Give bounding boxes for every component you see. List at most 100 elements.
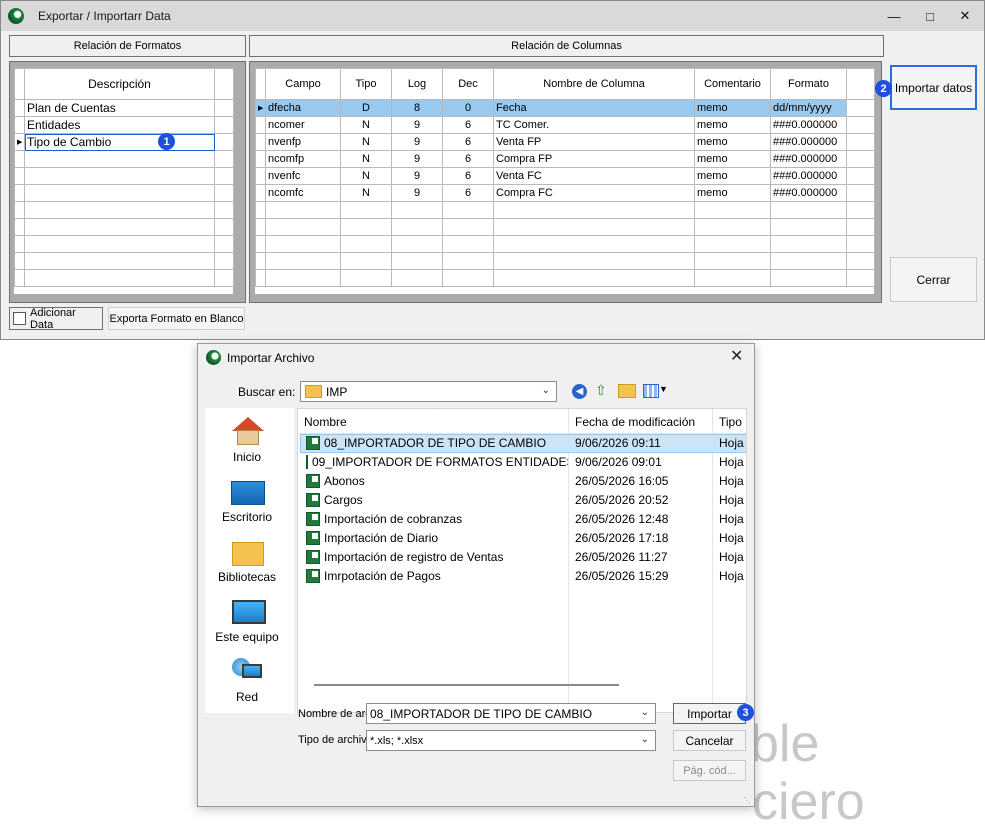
column-cell[interactable]: Compra FC bbox=[493, 184, 695, 202]
column-cell[interactable]: 6 bbox=[442, 133, 494, 151]
horizontal-scrollbar[interactable] bbox=[314, 684, 619, 686]
column-cell[interactable]: ncomer bbox=[265, 116, 341, 134]
view-dropdown-icon[interactable]: ▼ bbox=[659, 384, 668, 394]
column-row[interactable]: nvenfp N 9 6 Venta FP memo ###0.000000 bbox=[255, 133, 875, 151]
column-cell[interactable]: memo bbox=[694, 99, 771, 117]
dialog-close-icon[interactable]: ✕ bbox=[730, 346, 743, 366]
filename-combo[interactable]: 08_IMPORTADOR DE TIPO DE CAMBIO ⌄ bbox=[366, 703, 656, 724]
column-row[interactable]: ncomfc N 9 6 Compra FC memo ###0.000000 bbox=[255, 184, 875, 202]
resize-grip-icon[interactable]: ⋱ bbox=[743, 796, 751, 805]
minimize-icon[interactable]: — bbox=[877, 1, 911, 31]
format-row[interactable] bbox=[14, 150, 234, 168]
column-cell[interactable]: 6 bbox=[442, 184, 494, 202]
file-row[interactable]: Imrpotación de Pagos 26/05/2026 15:29 Hoja bbox=[300, 567, 746, 586]
column-cell[interactable]: D bbox=[340, 99, 392, 117]
column-row[interactable] bbox=[255, 252, 875, 270]
column-cell[interactable]: 9 bbox=[391, 167, 443, 185]
format-row[interactable] bbox=[14, 252, 234, 270]
back-arrow-icon[interactable]: ◀ bbox=[572, 384, 587, 399]
format-row[interactable] bbox=[14, 235, 234, 253]
format-cell[interactable]: Tipo de Cambio bbox=[24, 133, 215, 151]
column-cell[interactable]: ncomfp bbox=[265, 150, 341, 168]
column-row[interactable] bbox=[255, 235, 875, 253]
column-cell[interactable]: nvenfp bbox=[265, 133, 341, 151]
column-cell[interactable]: 6 bbox=[442, 167, 494, 185]
column-cell[interactable]: ###0.000000 bbox=[770, 150, 847, 168]
format-row[interactable]: ▶ Tipo de Cambio bbox=[14, 133, 234, 151]
column-cell[interactable]: 9 bbox=[391, 133, 443, 151]
column-cell[interactable]: ncomfc bbox=[265, 184, 341, 202]
column-cell[interactable]: memo bbox=[694, 150, 771, 168]
new-folder-icon[interactable] bbox=[618, 384, 636, 398]
nav-desktop-label[interactable]: Escritorio bbox=[206, 510, 288, 524]
col-header-type[interactable]: Tipo bbox=[719, 415, 742, 429]
chevron-down-icon[interactable]: ⌄ bbox=[641, 707, 649, 718]
look-in-combo[interactable]: IMP ⌄ bbox=[300, 381, 557, 402]
page-code-button[interactable]: Pág. cód... bbox=[673, 760, 746, 781]
column-cell[interactable]: Fecha bbox=[493, 99, 695, 117]
format-row[interactable] bbox=[14, 201, 234, 219]
column-row[interactable]: ncomer N 9 6 TC Comer. memo ###0.000000 bbox=[255, 116, 875, 134]
column-row[interactable] bbox=[255, 269, 875, 287]
file-row[interactable]: Importación de registro de Ventas 26/05/2… bbox=[300, 548, 746, 567]
file-row[interactable]: Cargos 26/05/2026 20:52 Hoja bbox=[300, 491, 746, 510]
nav-libraries-label[interactable]: Bibliotecas bbox=[206, 570, 288, 584]
column-cell[interactable]: N bbox=[340, 133, 392, 151]
column-row[interactable]: ncomfp N 9 6 Compra FP memo ###0.000000 bbox=[255, 150, 875, 168]
column-cell[interactable]: N bbox=[340, 167, 392, 185]
nav-home-label[interactable]: Inicio bbox=[206, 450, 288, 464]
column-cell[interactable]: 6 bbox=[442, 150, 494, 168]
filetype-combo[interactable]: *.xls; *.xlsx ⌄ bbox=[366, 730, 656, 751]
view-menu-icon[interactable] bbox=[643, 384, 659, 398]
column-cell[interactable]: N bbox=[340, 184, 392, 202]
column-row[interactable] bbox=[255, 218, 875, 236]
cancel-button[interactable]: Cancelar bbox=[673, 730, 746, 751]
column-cell[interactable]: Venta FC bbox=[493, 167, 695, 185]
column-cell[interactable]: 8 bbox=[391, 99, 443, 117]
close-button[interactable]: Cerrar bbox=[890, 257, 977, 302]
column-cell[interactable]: 0 bbox=[442, 99, 494, 117]
column-cell[interactable]: 9 bbox=[391, 150, 443, 168]
col-header-name[interactable]: Nombre bbox=[304, 415, 347, 429]
export-blank-format-button[interactable]: Exporta Formato en Blanco bbox=[108, 307, 245, 330]
nav-network-label[interactable]: Red bbox=[206, 690, 288, 704]
column-cell[interactable]: ###0.000000 bbox=[770, 116, 847, 134]
home-icon[interactable] bbox=[232, 417, 264, 445]
column-cell[interactable]: Venta FP bbox=[493, 133, 695, 151]
column-cell[interactable]: dfecha bbox=[265, 99, 341, 117]
column-cell[interactable]: N bbox=[340, 116, 392, 134]
desktop-icon[interactable] bbox=[231, 481, 265, 505]
column-cell[interactable]: ###0.000000 bbox=[770, 167, 847, 185]
format-cell[interactable]: Entidades bbox=[24, 116, 215, 134]
column-cell[interactable]: memo bbox=[694, 133, 771, 151]
checkbox-box[interactable] bbox=[13, 312, 26, 325]
libraries-icon[interactable] bbox=[232, 542, 264, 566]
import-button[interactable]: Importar bbox=[673, 703, 746, 724]
file-row[interactable]: Importación de Diario 26/05/2026 17:18 Hoj… bbox=[300, 529, 746, 548]
format-row[interactable] bbox=[14, 184, 234, 202]
this-pc-icon[interactable] bbox=[232, 600, 266, 624]
col-header-date[interactable]: Fecha de modificación bbox=[575, 415, 695, 429]
network-icon[interactable] bbox=[232, 658, 262, 684]
maximize-icon[interactable]: □ bbox=[913, 1, 947, 31]
format-row[interactable]: Entidades bbox=[14, 116, 234, 134]
column-cell[interactable]: N bbox=[340, 150, 392, 168]
column-cell[interactable]: nvenfc bbox=[265, 167, 341, 185]
column-cell[interactable]: TC Comer. bbox=[493, 116, 695, 134]
column-row[interactable]: ▶ dfecha D 8 0 Fecha memo dd/mm/yyyy bbox=[255, 99, 875, 117]
column-row[interactable] bbox=[255, 201, 875, 219]
column-cell[interactable]: memo bbox=[694, 116, 771, 134]
file-row[interactable]: 08_IMPORTADOR DE TIPO DE CAMBIO 9/06/2026… bbox=[300, 434, 746, 453]
column-cell[interactable]: ###0.000000 bbox=[770, 184, 847, 202]
column-cell[interactable]: dd/mm/yyyy bbox=[770, 99, 847, 117]
column-cell[interactable]: memo bbox=[694, 184, 771, 202]
chevron-down-icon[interactable]: ⌄ bbox=[641, 734, 649, 745]
column-cell[interactable]: memo bbox=[694, 167, 771, 185]
import-data-button[interactable]: Importar datos bbox=[890, 65, 977, 110]
column-cell[interactable]: 9 bbox=[391, 184, 443, 202]
file-row[interactable]: 09_IMPORTADOR DE FORMATOS ENTIDADES 9/06/… bbox=[300, 453, 746, 472]
format-row[interactable] bbox=[14, 218, 234, 236]
column-cell[interactable]: Compra FP bbox=[493, 150, 695, 168]
format-row[interactable] bbox=[14, 269, 234, 287]
column-cell[interactable]: ###0.000000 bbox=[770, 133, 847, 151]
